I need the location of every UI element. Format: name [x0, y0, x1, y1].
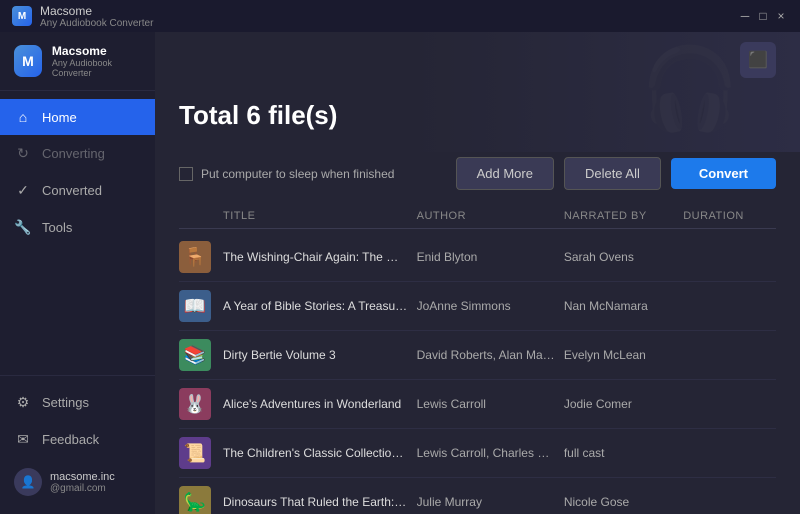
tools-icon: 🔧 — [14, 219, 32, 236]
row-thumbnail: 📜 — [179, 437, 211, 469]
table-row[interactable]: 📚 Dirty Bertie Volume 3 David Roberts, A… — [179, 331, 776, 380]
sidebar-item-settings[interactable]: ⚙ Settings — [0, 384, 155, 421]
row-author: Lewis Carroll — [417, 397, 556, 411]
content-header: Total 6 file(s) — [155, 82, 800, 157]
col-header-narrator: Narrated by — [564, 210, 675, 222]
minimize-button[interactable]: ─ — [738, 9, 752, 23]
row-author: Enid Blyton — [417, 250, 556, 264]
logo-icon: M — [14, 45, 42, 77]
row-narrator: full cast — [564, 446, 675, 460]
converted-icon: ✓ — [14, 182, 32, 199]
logo-text: Macsome Any Audiobook Converter — [52, 44, 141, 78]
row-title: The Children's Classic Collection, Vol. … — [223, 446, 409, 460]
row-thumbnail: 🦕 — [179, 486, 211, 514]
content-inner: ⬛ Total 6 file(s) Put computer to sleep … — [155, 32, 800, 514]
table-row[interactable]: 📖 A Year of Bible Stories: A Treasury of… — [179, 282, 776, 331]
feedback-icon: ✉ — [14, 431, 32, 448]
row-narrator: Jodie Comer — [564, 397, 675, 411]
nav-tools-label: Tools — [42, 220, 72, 235]
add-more-button[interactable]: Add More — [456, 157, 554, 190]
nav-converted-label: Converted — [42, 183, 102, 198]
nav-home-label: Home — [42, 110, 77, 125]
row-thumbnail: 🪑 — [179, 241, 211, 273]
row-narrator: Nicole Gose — [564, 495, 675, 509]
converting-icon: ↻ — [14, 145, 32, 162]
col-header-author: Author — [417, 210, 556, 222]
row-narrator: Nan McNamara — [564, 299, 675, 313]
sidebar-item-tools[interactable]: 🔧 Tools — [0, 209, 155, 246]
row-title: Dirty Bertie Volume 3 — [223, 348, 409, 362]
row-thumbnail: 📚 — [179, 339, 211, 371]
sidebar: M Macsome Any Audiobook Converter ⌂ Home… — [0, 32, 155, 514]
row-narrator: Evelyn McLean — [564, 348, 675, 362]
sidebar-bottom: ⚙ Settings ✉ Feedback 👤 macsome.inc @gma… — [0, 375, 155, 514]
file-table: TITLE Author Narrated by DURATION 🪑 The … — [155, 204, 800, 514]
sidebar-item-converting: ↻ Converting — [0, 135, 155, 172]
row-narrator: Sarah Ovens — [564, 250, 675, 264]
col-header-title: TITLE — [223, 210, 409, 222]
window-controls[interactable]: ─ □ × — [738, 9, 788, 23]
user-info: macsome.inc @gmail.com — [50, 471, 115, 494]
convert-button[interactable]: Convert — [671, 158, 776, 189]
delete-all-button[interactable]: Delete All — [564, 157, 661, 190]
title-bar: M Macsome Any Audiobook Converter ─ □ × — [0, 0, 800, 32]
row-author: David Roberts, Alan MacDonald — [417, 348, 556, 362]
table-row[interactable]: 🦕 Dinosaurs That Ruled the Earth: Histor… — [179, 478, 776, 514]
row-title: A Year of Bible Stories: A Treasury of 4… — [223, 299, 409, 313]
close-button[interactable]: × — [774, 9, 788, 23]
logo-name: Macsome — [52, 44, 141, 58]
logo-subtitle: Any Audiobook Converter — [52, 58, 141, 78]
row-author: JoAnne Simmons — [417, 299, 556, 313]
nav-converting-label: Converting — [42, 146, 105, 161]
nav-settings-label: Settings — [42, 395, 89, 410]
page-title: Total 6 file(s) — [179, 100, 776, 131]
maximize-button[interactable]: □ — [756, 9, 770, 23]
table-header: TITLE Author Narrated by DURATION — [179, 204, 776, 229]
row-title: Alice's Adventures in Wonderland — [223, 397, 409, 411]
sleep-checkbox-text: Put computer to sleep when finished — [201, 167, 394, 181]
sleep-checkbox-label[interactable]: Put computer to sleep when finished — [179, 167, 446, 181]
table-row[interactable]: 🐰 Alice's Adventures in Wonderland Lewis… — [179, 380, 776, 429]
app-name: Macsome — [40, 4, 153, 18]
row-thumbnail: 📖 — [179, 290, 211, 322]
avatar: 👤 — [14, 468, 42, 496]
row-title: Dinosaurs That Ruled the Earth: History … — [223, 495, 409, 509]
header-top: ⬛ — [155, 32, 800, 78]
nav-feedback-label: Feedback — [42, 432, 99, 447]
content-area: ⬛ Total 6 file(s) Put computer to sleep … — [155, 32, 800, 514]
row-thumbnail: 🐰 — [179, 388, 211, 420]
col-header-thumb — [179, 210, 215, 222]
main-layout: M Macsome Any Audiobook Converter ⌂ Home… — [0, 32, 800, 514]
sidebar-item-converted[interactable]: ✓ Converted — [0, 172, 155, 209]
table-row[interactable]: 📜 The Children's Classic Collection, Vol… — [179, 429, 776, 478]
screenshot-button[interactable]: ⬛ — [740, 42, 776, 78]
app-subtitle: Any Audiobook Converter — [40, 18, 153, 29]
action-bar: Put computer to sleep when finished Add … — [155, 157, 800, 204]
col-header-duration: DURATION — [683, 210, 776, 222]
nav-menu: ⌂ Home ↻ Converting ✓ Converted 🔧 Tools — [0, 91, 155, 375]
sidebar-item-home[interactable]: ⌂ Home — [0, 99, 155, 135]
user-name: macsome.inc — [50, 471, 115, 483]
sidebar-logo: M Macsome Any Audiobook Converter — [0, 32, 155, 91]
table-rows: 🪑 The Wishing-Chair Again: The Wishing-C… — [179, 233, 776, 514]
app-icon: M — [12, 6, 32, 26]
title-bar-left: M Macsome Any Audiobook Converter — [12, 4, 153, 29]
user-email: @gmail.com — [50, 483, 115, 494]
user-profile[interactable]: 👤 macsome.inc @gmail.com — [0, 458, 155, 506]
sidebar-item-feedback[interactable]: ✉ Feedback — [0, 421, 155, 458]
row-author: Lewis Carroll, Charles Perrault,... — [417, 446, 556, 460]
row-title: The Wishing-Chair Again: The Wishing-C..… — [223, 250, 409, 264]
row-author: Julie Murray — [417, 495, 556, 509]
title-bar-app-info: Macsome Any Audiobook Converter — [40, 4, 153, 29]
settings-icon: ⚙ — [14, 394, 32, 411]
sleep-checkbox[interactable] — [179, 167, 193, 181]
home-icon: ⌂ — [14, 109, 32, 125]
table-row[interactable]: 🪑 The Wishing-Chair Again: The Wishing-C… — [179, 233, 776, 282]
